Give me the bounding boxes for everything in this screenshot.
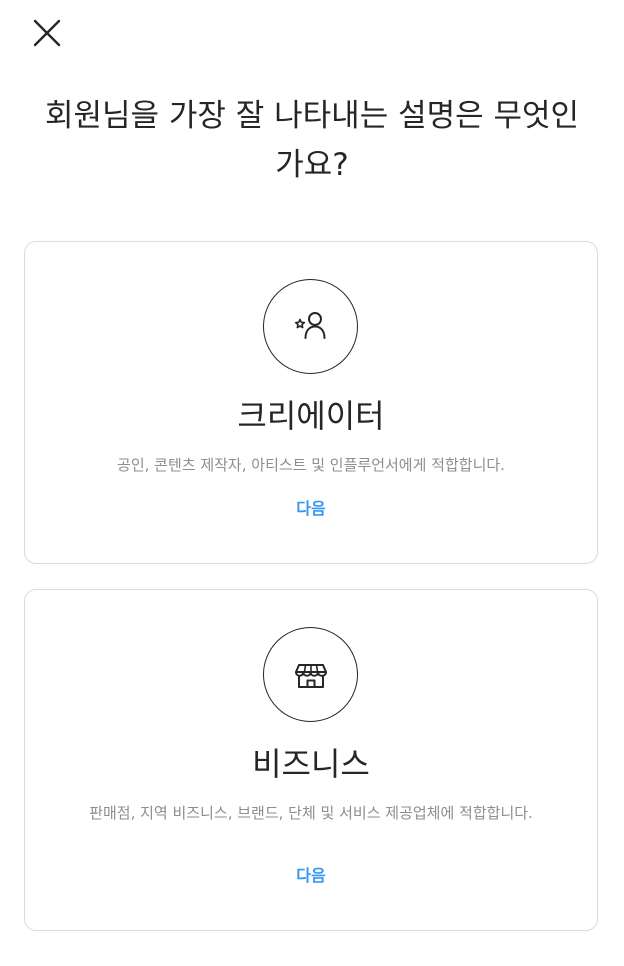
business-icon-circle: [263, 627, 358, 722]
business-option-card[interactable]: 비즈니스 판매점, 지역 비즈니스, 브랜드, 단체 및 서비스 제공업체에 적…: [24, 589, 598, 931]
person-star-icon: [294, 311, 325, 339]
business-next-button[interactable]: 다음: [25, 865, 597, 887]
close-button[interactable]: [22, 8, 62, 48]
storefront-icon: [294, 663, 327, 688]
page-title: 회원님을 가장 잘 나타내는 설명은 무엇인가요?: [44, 98, 580, 183]
creator-next-button[interactable]: 다음: [25, 498, 597, 520]
creator-option-card[interactable]: 크리에이터 공인, 콘텐츠 제작자, 아티스트 및 인플루언서에게 적합합니다.…: [24, 241, 598, 564]
business-title: 비즈니스: [252, 745, 370, 783]
creator-description: 공인, 콘텐츠 제작자, 아티스트 및 인플루언서에게 적합합니다.: [117, 456, 505, 474]
creator-icon-circle: [263, 279, 358, 374]
close-icon: [33, 19, 61, 47]
creator-title: 크리에이터: [237, 397, 385, 435]
business-description: 판매점, 지역 비즈니스, 브랜드, 단체 및 서비스 제공업체에 적합합니다.: [89, 804, 533, 822]
